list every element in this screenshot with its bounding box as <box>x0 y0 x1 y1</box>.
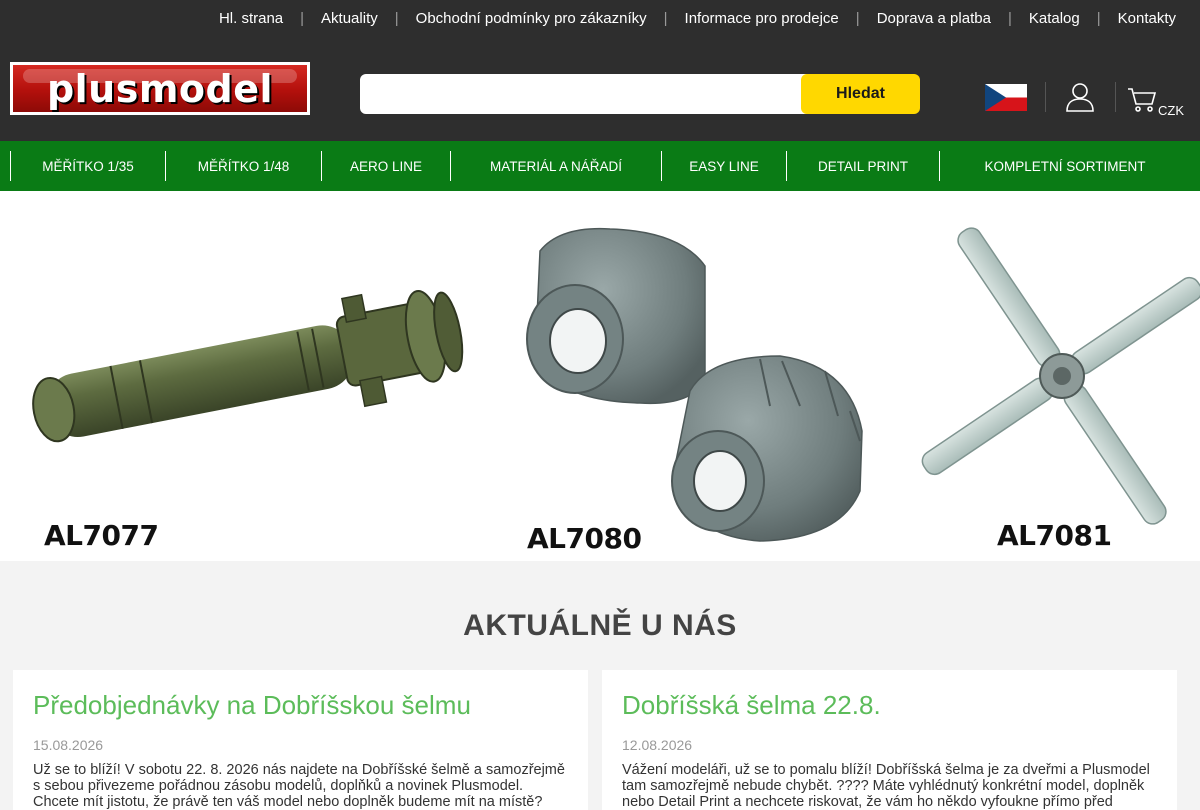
topnav-terms-link[interactable]: Obchodní podmínky pro zákazníky <box>416 10 647 27</box>
currency-label[interactable]: CZK <box>1158 103 1184 118</box>
header: plusmodel Hledat CZK <box>0 37 1200 141</box>
topnav-separator: | <box>300 10 305 27</box>
header-divider <box>1115 82 1116 112</box>
topnav-shipping-link[interactable]: Doprava a platba <box>877 10 991 27</box>
catnav-material-tools[interactable]: MATERIÁL A NÁŘADÍ <box>451 151 661 181</box>
topnav-separator: | <box>1096 10 1101 27</box>
cart-icon[interactable] <box>1127 87 1157 113</box>
hero-products-illustration <box>32 227 1200 542</box>
topnav-separator: | <box>394 10 399 27</box>
catnav-aero-line[interactable]: AERO LINE <box>322 151 450 181</box>
catnav-scale-135[interactable]: MĚŘÍTKO 1/35 <box>11 151 165 181</box>
user-icon[interactable] <box>1064 81 1096 113</box>
news-card-date: 12.08.2026 <box>622 737 693 753</box>
topnav-separator: | <box>663 10 668 27</box>
plusmodel-logo[interactable]: plusmodel <box>10 62 310 115</box>
top-bar: Hl. strana | Aktuality | Obchodní podmín… <box>0 0 1200 37</box>
topnav-home-link[interactable]: Hl. strana <box>219 10 283 27</box>
catnav-easy-line[interactable]: EASY LINE <box>662 151 786 181</box>
product-al7077-image <box>32 290 464 443</box>
cz-flag-icon[interactable] <box>985 84 1027 111</box>
topnav-dealers-link[interactable]: Informace pro prodejce <box>685 10 839 27</box>
news-card-title[interactable]: Dobříšská šelma 22.8. <box>622 690 881 721</box>
news-card-text: Už se to blíží! V sobotu 22. 8. 2026 nás… <box>33 762 565 810</box>
top-navigation: Hl. strana | Aktuality | Obchodní podmín… <box>219 0 1200 37</box>
catnav-scale-148[interactable]: MĚŘÍTKO 1/48 <box>166 151 321 181</box>
logo-text: plusmodel <box>46 67 274 111</box>
header-divider <box>1045 82 1046 112</box>
news-card[interactable]: Předobjednávky na Dobříšskou šelmu 15.08… <box>13 670 588 810</box>
product-al7081-image <box>921 227 1200 525</box>
topnav-separator: | <box>1007 10 1012 27</box>
product-code-al7080: AL7080 <box>527 522 642 555</box>
news-card[interactable]: Dobříšská šelma 22.8. 12.08.2026 Vážení … <box>602 670 1177 810</box>
hero-banner[interactable]: AL7077 AL7080 AL7081 <box>0 191 1200 561</box>
topnav-catalog-link[interactable]: Katalog <box>1029 10 1080 27</box>
search-form: Hledat <box>360 74 920 114</box>
catnav-full-assortment[interactable]: KOMPLETNÍ SORTIMENT <box>940 151 1190 181</box>
catnav-detail-print[interactable]: DETAIL PRINT <box>787 151 939 181</box>
news-card-date: 15.08.2026 <box>33 737 104 753</box>
logo-background: plusmodel <box>13 65 307 112</box>
category-navigation: MĚŘÍTKO 1/35 MĚŘÍTKO 1/48 AERO LINE MATE… <box>0 141 1200 191</box>
news-card-text: Vážení modeláři, už se to pomalu blíží! … <box>622 762 1150 810</box>
news-section-title: AKTUÁLNĚ U NÁS <box>463 609 737 642</box>
product-code-al7081: AL7081 <box>997 519 1112 552</box>
news-card-title[interactable]: Předobjednávky na Dobříšskou šelmu <box>33 690 471 721</box>
search-button[interactable]: Hledat <box>801 74 920 114</box>
topnav-separator: | <box>855 10 860 27</box>
topnav-contacts-link[interactable]: Kontakty <box>1118 10 1176 27</box>
topnav-news-link[interactable]: Aktuality <box>321 10 378 27</box>
search-input[interactable] <box>360 74 810 114</box>
product-code-al7077: AL7077 <box>44 519 159 552</box>
product-al7080-image <box>526 227 863 542</box>
